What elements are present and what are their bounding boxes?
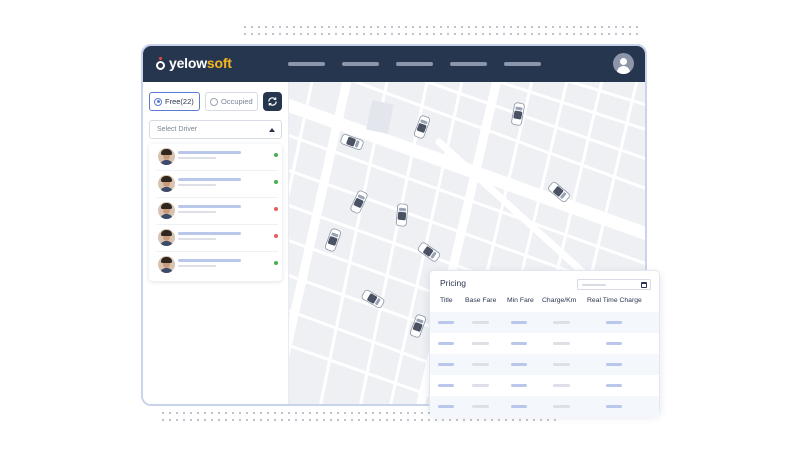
table-cell-placeholder [511, 405, 527, 408]
top-navbar: yelow soft [143, 46, 645, 82]
logo-text-accent: soft [206, 55, 232, 71]
driver-detail-placeholder [178, 157, 216, 159]
driver-list-item[interactable] [149, 198, 282, 225]
table-cell-placeholder [553, 321, 570, 324]
table-cell-placeholder [606, 363, 622, 366]
filter-free-label: Free(22) [165, 97, 194, 106]
driver-sidebar: Free(22) Occupied Select Driver [143, 82, 289, 404]
driver-status-indicator [274, 261, 278, 265]
driver-list-item[interactable] [149, 225, 282, 252]
driver-avatar [158, 175, 175, 192]
user-icon[interactable] [613, 53, 634, 74]
driver-avatar [158, 148, 175, 165]
driver-status-indicator [274, 180, 278, 184]
nav-item-1[interactable] [288, 62, 325, 66]
table-cell-placeholder [553, 405, 570, 408]
table-cell-placeholder [438, 405, 454, 408]
driver-status-indicator [274, 207, 278, 211]
table-row[interactable] [430, 312, 659, 333]
table-cell-placeholder [438, 363, 454, 366]
driver-detail-placeholder [178, 184, 216, 186]
driver-name-placeholder [178, 259, 241, 262]
pricing-panel: Pricing Title Base Fare Min Fare Charge/… [429, 270, 660, 417]
table-cell-placeholder [472, 342, 489, 345]
table-cell-placeholder [511, 321, 527, 324]
driver-status-indicator [274, 234, 278, 238]
column-base-fare: Base Fare [465, 297, 497, 304]
radio-checked-icon [154, 97, 162, 106]
driver-avatar [158, 229, 175, 246]
table-cell-placeholder [472, 321, 489, 324]
driver-detail-placeholder [178, 211, 216, 213]
driver-status-indicator [274, 153, 278, 157]
table-cell-placeholder [472, 405, 489, 408]
column-real-time-charge: Real Time Charge [587, 297, 642, 304]
driver-avatar [158, 256, 175, 273]
filter-occupied[interactable]: Occupied [205, 92, 258, 111]
radio-unchecked-icon [210, 97, 218, 106]
car-icon[interactable] [324, 228, 342, 252]
table-row[interactable] [430, 375, 659, 396]
driver-name-placeholder [178, 205, 241, 208]
driver-list-item[interactable] [149, 144, 282, 171]
table-cell-placeholder [472, 384, 489, 387]
nav-item-3[interactable] [396, 62, 433, 66]
table-cell-placeholder [606, 321, 622, 324]
pricing-title: Pricing [440, 278, 466, 288]
filter-occupied-label: Occupied [221, 97, 253, 106]
date-placeholder [582, 284, 606, 286]
table-row[interactable] [430, 333, 659, 354]
driver-detail-placeholder [178, 265, 216, 267]
select-driver-placeholder: Select Driver [157, 126, 198, 133]
nav-item-2[interactable] [342, 62, 379, 66]
car-icon[interactable] [413, 115, 431, 139]
column-charge-km: Charge/Km [542, 297, 577, 304]
table-cell-placeholder [606, 405, 622, 408]
table-row[interactable] [430, 396, 659, 417]
driver-list [149, 144, 282, 281]
table-cell-placeholder [606, 384, 622, 387]
table-cell-placeholder [511, 363, 527, 366]
table-cell-placeholder [438, 342, 454, 345]
logo-icon [156, 56, 165, 70]
date-picker[interactable] [577, 279, 651, 290]
car-icon[interactable] [409, 314, 427, 338]
driver-name-placeholder [178, 178, 241, 181]
table-cell-placeholder [553, 363, 570, 366]
table-cell-placeholder [553, 384, 570, 387]
table-cell-placeholder [553, 342, 570, 345]
table-cell-placeholder [438, 321, 454, 324]
column-min-fare: Min Fare [507, 297, 534, 304]
table-cell-placeholder [472, 363, 489, 366]
nav-item-4[interactable] [450, 62, 487, 66]
filter-free[interactable]: Free(22) [149, 92, 200, 111]
driver-list-item[interactable] [149, 252, 282, 279]
table-row[interactable] [430, 354, 659, 375]
driver-name-placeholder [178, 232, 241, 235]
refresh-icon [268, 97, 277, 106]
logo[interactable]: yelow soft [156, 55, 232, 71]
table-cell-placeholder [511, 384, 527, 387]
table-cell-placeholder [511, 342, 527, 345]
driver-detail-placeholder [178, 238, 216, 240]
car-icon[interactable] [417, 242, 441, 263]
table-cell-placeholder [438, 384, 454, 387]
column-title: Title [440, 297, 453, 304]
calendar-icon [641, 282, 647, 288]
car-icon[interactable] [395, 203, 409, 227]
driver-avatar [158, 202, 175, 219]
driver-name-placeholder [178, 151, 241, 154]
refresh-button[interactable] [263, 92, 282, 111]
driver-list-item[interactable] [149, 171, 282, 198]
logo-text-primary: yelow [169, 55, 207, 71]
nav-item-5[interactable] [504, 62, 541, 66]
table-cell-placeholder [606, 342, 622, 345]
chevron-up-icon [269, 128, 275, 132]
select-driver-dropdown[interactable]: Select Driver [149, 120, 282, 139]
